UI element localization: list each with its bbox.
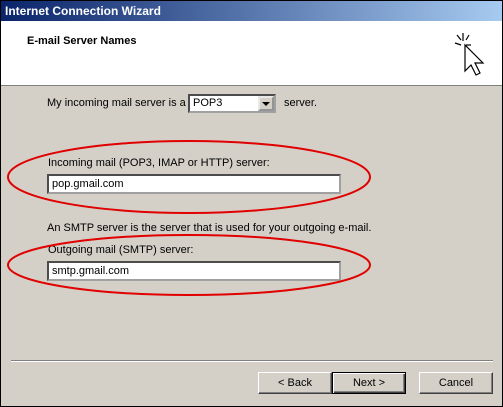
incoming-server-type-select[interactable]: POP3 [188, 94, 276, 113]
chevron-down-icon [262, 102, 270, 106]
wizard-window: Internet Connection Wizard E-mail Server… [0, 0, 503, 407]
wizard-header: E-mail Server Names [1, 21, 502, 86]
back-button[interactable]: < Back [258, 372, 332, 394]
window-title: Internet Connection Wizard [5, 4, 161, 18]
outgoing-server-label: Outgoing mail (SMTP) server: [48, 244, 194, 256]
wizard-sparkle-cursor-icon [454, 33, 485, 76]
incoming-server-type-value: POP3 [193, 97, 223, 109]
dropdown-button[interactable] [258, 96, 274, 111]
incoming-server-label: Incoming mail (POP3, IMAP or HTTP) serve… [48, 157, 270, 169]
button-separator [11, 360, 493, 362]
smtp-note: An SMTP server is the server that is use… [47, 222, 372, 234]
incoming-type-prefix: My incoming mail server is a [47, 97, 186, 109]
title-bar[interactable]: Internet Connection Wizard [1, 1, 502, 21]
next-button[interactable]: Next > [332, 372, 406, 394]
outgoing-server-input[interactable] [47, 261, 341, 281]
incoming-type-suffix: server. [284, 97, 318, 109]
incoming-server-input[interactable] [47, 174, 341, 194]
cancel-button[interactable]: Cancel [419, 372, 493, 394]
page-title: E-mail Server Names [27, 35, 137, 47]
